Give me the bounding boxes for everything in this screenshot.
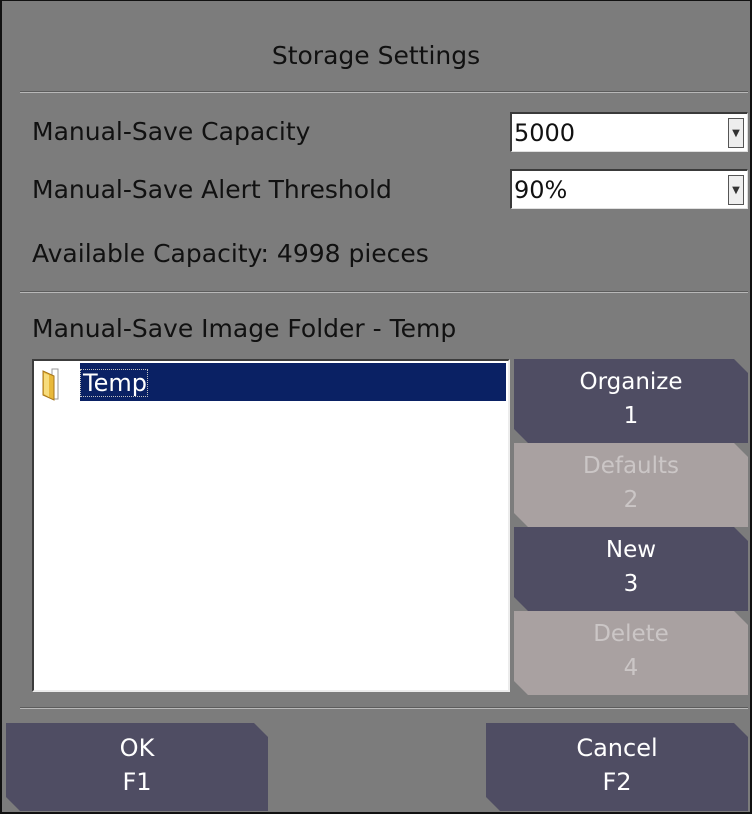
cancel-button[interactable]: Cancel F2 <box>486 723 748 811</box>
cancel-button-label: Cancel <box>576 734 658 762</box>
dialog-title: Storage Settings <box>271 41 481 70</box>
capacity-divider <box>20 291 748 293</box>
ok-button-label: OK <box>119 734 155 762</box>
capacity-select[interactable]: 5000 ▼ <box>510 112 748 152</box>
dropdown-arrow-icon[interactable]: ▼ <box>728 118 744 148</box>
list-item[interactable]: Temp <box>40 363 506 403</box>
defaults-button[interactable]: Defaults 2 <box>514 443 748 527</box>
threshold-label: Manual-Save Alert Threshold <box>32 175 392 204</box>
folder-item-label: Temp <box>80 369 148 397</box>
organize-button-key: 1 <box>623 403 639 429</box>
cancel-button-key: F2 <box>602 768 632 796</box>
footer-divider <box>20 707 748 709</box>
delete-button-label: Delete <box>593 621 669 647</box>
capacity-label: Manual-Save Capacity <box>32 117 311 146</box>
title-divider <box>20 91 748 93</box>
threshold-select[interactable]: 90% ▼ <box>510 169 748 209</box>
storage-settings-dialog: Storage Settings Manual-Save Capacity 50… <box>0 0 752 814</box>
defaults-button-label: Defaults <box>582 453 680 479</box>
defaults-button-key: 2 <box>623 487 639 513</box>
ok-button[interactable]: OK F1 <box>6 723 268 811</box>
available-capacity-text: Available Capacity: 4998 pieces <box>32 239 429 268</box>
ok-button-key: F1 <box>122 768 152 796</box>
new-button[interactable]: New 3 <box>514 527 748 611</box>
organize-button[interactable]: Organize 1 <box>514 359 748 443</box>
threshold-value: 90% <box>514 176 568 204</box>
delete-button[interactable]: Delete 4 <box>514 611 748 695</box>
delete-button-key: 4 <box>623 655 639 681</box>
dropdown-arrow-icon[interactable]: ▼ <box>728 175 744 205</box>
folder-list[interactable]: Temp <box>32 359 510 692</box>
capacity-value: 5000 <box>514 119 576 147</box>
organize-button-label: Organize <box>579 369 683 395</box>
folder-icon <box>42 368 59 401</box>
new-button-key: 3 <box>623 571 639 597</box>
new-button-label: New <box>605 537 657 563</box>
folder-heading: Manual-Save Image Folder - Temp <box>32 314 457 343</box>
